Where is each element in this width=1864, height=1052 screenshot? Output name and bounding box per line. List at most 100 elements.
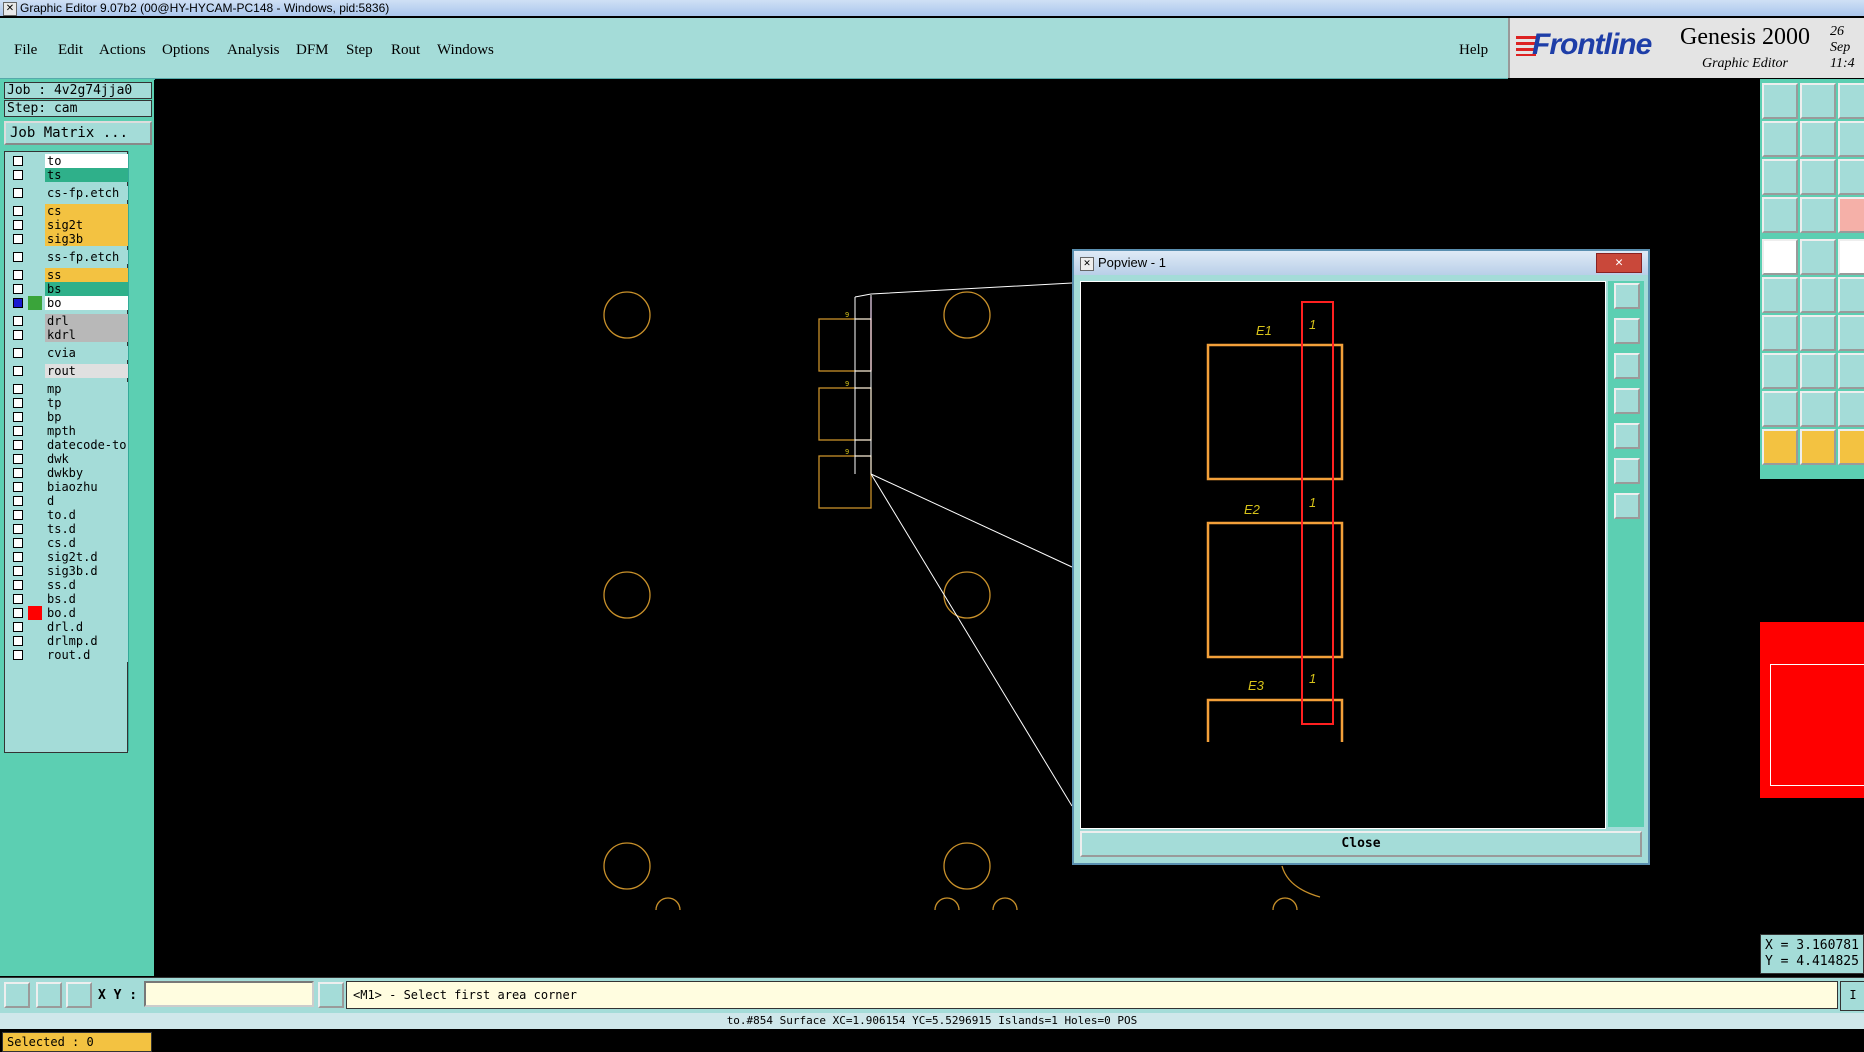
ruler-icon[interactable] [1838, 239, 1864, 275]
layer-checkbox[interactable] [13, 622, 23, 632]
grid-snap-icon[interactable] [66, 982, 92, 1008]
layer-name[interactable]: cs-fp.etch [45, 186, 131, 200]
layer-color-swatch[interactable] [28, 154, 42, 168]
xy-input[interactable] [144, 981, 314, 1007]
layer-row[interactable]: to.d [9, 508, 131, 522]
layer-checkbox[interactable] [13, 170, 23, 180]
zoom-in-icon[interactable] [1800, 83, 1836, 119]
pan-right-icon[interactable] [1614, 423, 1640, 449]
menu-analysis[interactable]: Analysis [227, 42, 280, 59]
layer-color-swatch[interactable] [28, 480, 42, 494]
measure-icon[interactable] [1838, 197, 1864, 233]
layer-name[interactable]: datecode-to [45, 438, 131, 452]
layer-row[interactable]: to [9, 154, 131, 168]
zoom-center-icon[interactable] [1800, 159, 1836, 195]
layer-color-swatch[interactable] [28, 250, 42, 264]
layer-name[interactable]: to [45, 154, 131, 168]
layer-color-swatch[interactable] [28, 382, 42, 396]
layer-name[interactable]: bo.d [45, 606, 131, 620]
layer-row[interactable]: d [9, 494, 131, 508]
layer-name[interactable]: drl.d [45, 620, 131, 634]
add-line-icon[interactable] [1762, 315, 1798, 351]
layer-color-swatch[interactable] [28, 204, 42, 218]
layer-color-swatch[interactable] [28, 466, 42, 480]
layer-color-swatch[interactable] [28, 648, 42, 662]
layer-name[interactable]: d [45, 494, 131, 508]
layer-row[interactable]: sig2t.d [9, 550, 131, 564]
layer-checkbox[interactable] [13, 482, 23, 492]
layer-row[interactable]: sig2t [9, 218, 131, 232]
layer-name[interactable]: ss.d [45, 578, 131, 592]
add-pad-icon[interactable] [1762, 353, 1798, 389]
layer-row[interactable]: cvia [9, 346, 131, 360]
select-polygon-icon[interactable] [1838, 429, 1864, 465]
layer-color-swatch[interactable] [28, 494, 42, 508]
layer-checkbox[interactable] [13, 650, 23, 660]
layer-row[interactable]: ts.d [9, 522, 131, 536]
layer-row[interactable]: bo.d [9, 606, 131, 620]
layer-checkbox[interactable] [13, 284, 23, 294]
zoom-in-icon[interactable] [1614, 318, 1640, 344]
layer-name[interactable]: bs.d [45, 592, 131, 606]
layer-checkbox[interactable] [13, 298, 23, 308]
layer-name[interactable]: rout.d [45, 648, 131, 662]
layer-color-swatch[interactable] [28, 346, 42, 360]
layer-name[interactable]: bp [45, 410, 131, 424]
layer-color-swatch[interactable] [28, 438, 42, 452]
layer-checkbox[interactable] [13, 384, 23, 394]
zoom-home-icon[interactable] [1762, 83, 1798, 119]
layer-checkbox[interactable] [13, 524, 23, 534]
layer-name[interactable]: sig3b [45, 232, 131, 246]
layer-color-swatch[interactable] [28, 550, 42, 564]
layer-checkbox[interactable] [13, 566, 23, 576]
layer-color-swatch[interactable] [28, 328, 42, 342]
layer-checkbox[interactable] [13, 580, 23, 590]
zoom-fit-icon[interactable] [1614, 283, 1640, 309]
layer-name[interactable]: cs.d [45, 536, 131, 550]
layer-row[interactable]: cs [9, 204, 131, 218]
layer-color-swatch[interactable] [28, 268, 42, 282]
layer-row[interactable]: tp [9, 396, 131, 410]
layer-color-swatch[interactable] [28, 592, 42, 606]
layer-row[interactable]: ts [9, 168, 131, 182]
popview-screen[interactable]: E1 1 E2 1 E3 1 [1080, 281, 1606, 829]
layer-checkbox[interactable] [13, 398, 23, 408]
draw-line-icon[interactable] [1800, 315, 1836, 351]
layer-row[interactable]: cs.d [9, 536, 131, 550]
layer-checkbox[interactable] [13, 316, 23, 326]
layer-checkbox[interactable] [13, 234, 23, 244]
layer-checkbox[interactable] [13, 608, 23, 618]
layer-name[interactable]: mp [45, 382, 131, 396]
zoom-center-icon[interactable] [1614, 493, 1640, 519]
layer-color-swatch[interactable] [28, 232, 42, 246]
layer-checkbox[interactable] [13, 538, 23, 548]
layer-color-swatch[interactable] [28, 620, 42, 634]
layer-name[interactable]: bs [45, 282, 131, 296]
select-pointer-icon[interactable] [1762, 429, 1798, 465]
zoom-out-icon[interactable] [1614, 353, 1640, 379]
layer-color-swatch[interactable] [28, 522, 42, 536]
layer-color-swatch[interactable] [28, 410, 42, 424]
layer-name[interactable]: ts.d [45, 522, 131, 536]
menu-step[interactable]: Step [346, 42, 373, 59]
menu-file[interactable]: File [14, 42, 37, 59]
layer-checkbox[interactable] [13, 636, 23, 646]
layer-name[interactable]: bo [45, 296, 131, 310]
scale-1-to-1-icon[interactable] [1838, 159, 1864, 195]
layer-color-swatch[interactable] [28, 578, 42, 592]
layer-row[interactable]: mpth [9, 424, 131, 438]
layer-checkbox[interactable] [13, 188, 23, 198]
menu-help[interactable]: Help [1459, 42, 1488, 59]
layer-name[interactable]: rout [45, 364, 131, 378]
popview-close-icon[interactable]: ✕ [1596, 253, 1642, 273]
menu-actions[interactable]: Actions [99, 42, 146, 59]
surface-outline-icon[interactable] [1838, 391, 1864, 427]
menu-edit[interactable]: Edit [58, 42, 83, 59]
layer-name[interactable]: to.d [45, 508, 131, 522]
layer-row[interactable]: mp [9, 382, 131, 396]
arc-icon[interactable] [1838, 277, 1864, 313]
layer-checkbox[interactable] [13, 348, 23, 358]
layer-row[interactable]: bs.d [9, 592, 131, 606]
layer-name[interactable]: drlmp.d [45, 634, 131, 648]
home-view-icon[interactable] [1838, 83, 1864, 119]
